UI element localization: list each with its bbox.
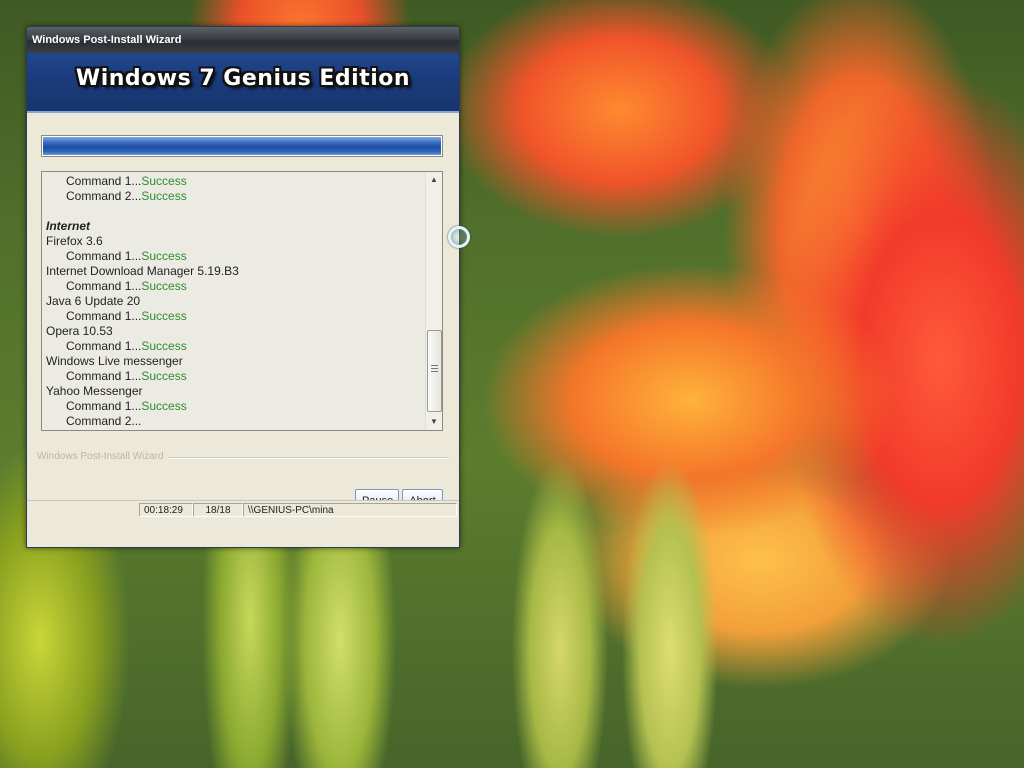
log-line: Command 1...Success — [46, 249, 424, 264]
install-log[interactable]: Command 1...Success Command 2...Success In… — [41, 171, 443, 431]
log-scrollbar[interactable]: ▲ ▼ — [425, 172, 442, 430]
task-count: 18/18 — [193, 503, 243, 517]
log-line: Command 1...Success — [46, 339, 424, 354]
scroll-grip-icon — [431, 365, 438, 374]
elapsed-time: 00:18:29 — [139, 503, 193, 517]
scroll-down-icon[interactable]: ▼ — [426, 414, 442, 430]
log-text: Command 1... — [66, 369, 142, 383]
scroll-up-icon[interactable]: ▲ — [426, 172, 442, 188]
log-text: Command 1... — [66, 279, 142, 293]
status-bar: 00:18:29 18/18 \\GENIUS-PC\mina — [27, 500, 459, 519]
progress-fill — [43, 137, 441, 155]
log-text: Command 2... — [66, 414, 142, 428]
log-text: Windows Live messenger — [46, 354, 183, 368]
busy-cursor-icon — [448, 226, 470, 248]
group-label: Windows Post-Install Wizard — [37, 451, 168, 462]
group-separator: Windows Post-Install Wizard — [37, 451, 449, 465]
log-line: Windows Live messenger — [46, 354, 424, 369]
log-status: Success — [141, 189, 187, 203]
log-text: Yahoo Messenger — [46, 384, 143, 398]
wizard-content: Command 1...Success Command 2...Success In… — [27, 113, 459, 519]
log-text: Opera 10.53 — [46, 324, 113, 338]
window-title[interactable]: Windows Post-Install Wizard — [27, 27, 459, 53]
log-line: Command 1...Success — [46, 309, 424, 324]
user-path: \\GENIUS-PC\mina — [243, 503, 457, 517]
log-line: Command 1...Success — [46, 174, 424, 189]
log-line: Command 1...Success — [46, 399, 424, 414]
banner: Windows 7 Genius Edition — [27, 53, 459, 113]
progress-bar — [41, 135, 443, 157]
log-line: Internet Download Manager 5.19.B3 — [46, 264, 424, 279]
log-status: Success — [141, 249, 187, 263]
log-status: Success — [141, 369, 187, 383]
log-text: Command 1... — [66, 174, 142, 188]
log-status: Success — [141, 309, 187, 323]
log-text: Command 2... — [66, 189, 142, 203]
log-line: Java 6 Update 20 — [46, 294, 424, 309]
wizard-window: Windows Post-Install Wizard Windows 7 Ge… — [26, 26, 460, 548]
log-lines: Command 1...Success Command 2...Success In… — [46, 174, 424, 429]
log-text: Command 1... — [66, 339, 142, 353]
scroll-thumb[interactable] — [427, 330, 442, 412]
log-text: Firefox 3.6 — [46, 234, 103, 248]
log-status: Success — [141, 339, 187, 353]
log-status: Success — [141, 399, 187, 413]
log-line: Firefox 3.6 — [46, 234, 424, 249]
log-text: Internet — [46, 219, 91, 233]
log-category: Internet — [46, 219, 424, 234]
log-line: Command 2...Success — [46, 189, 424, 204]
log-text: Internet Download Manager 5.19.B3 — [46, 264, 239, 278]
log-status: Success — [141, 279, 187, 293]
log-text: Command 1... — [66, 309, 142, 323]
log-text: Command 1... — [66, 249, 142, 263]
log-line: Command 1...Success — [46, 279, 424, 294]
log-line: Command 2... — [46, 414, 424, 429]
log-text: Command 1... — [66, 399, 142, 413]
log-status: Success — [141, 174, 187, 188]
log-line: Yahoo Messenger — [46, 384, 424, 399]
log-line: Opera 10.53 — [46, 324, 424, 339]
banner-title: Windows 7 Genius Edition — [75, 66, 411, 91]
log-text: Java 6 Update 20 — [46, 294, 141, 308]
log-line: Command 1...Success — [46, 369, 424, 384]
